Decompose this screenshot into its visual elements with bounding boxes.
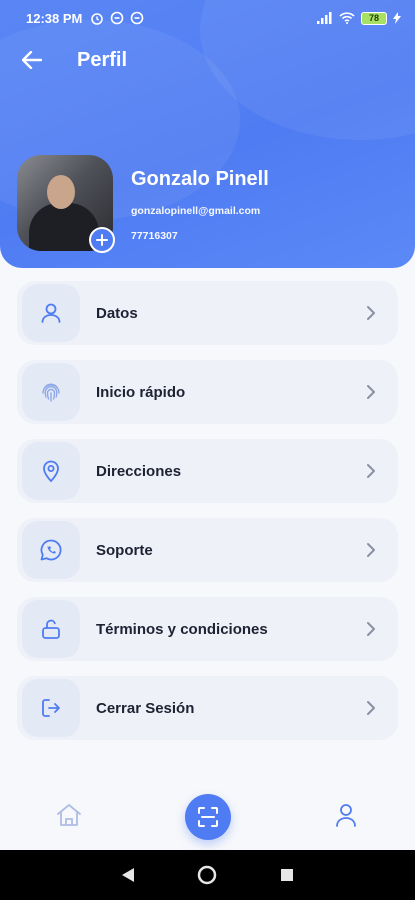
fingerprint-icon [42,383,60,402]
menu-icon-container [22,521,80,579]
menu-label: Direcciones [96,462,182,480]
whatsapp-icon [40,539,62,561]
alarm-icon [91,13,104,25]
menu-item-inicio-rapido[interactable]: Inicio rápido [17,360,398,424]
nav-profile-button[interactable] [335,803,357,832]
status-bar: 12:38 PM 78 [0,0,415,36]
profile-icon [336,804,356,827]
status-time: 12:38 PM [26,10,83,26]
logout-icon [42,699,60,717]
user-info: Gonzalo Pinell gonzalopinell@gmail.com 7… [131,168,269,242]
square-recents-icon [280,869,293,881]
arrow-left-icon [22,51,42,69]
location-pin-icon [43,460,59,483]
menu-item-direcciones[interactable]: Direcciones [17,439,398,503]
user-name: Gonzalo Pinell [131,168,269,190]
circle-home-icon [198,865,217,885]
chevron-right-icon [366,384,376,400]
chevron-right-icon [366,463,376,479]
unlock-icon [42,619,60,639]
system-back-button[interactable] [121,867,135,883]
menu-icon-container [22,284,80,342]
menu-label: Soporte [96,541,153,559]
nav-scan-button[interactable] [185,794,231,840]
menu-label: Cerrar Sesión [96,699,195,717]
battery-indicator: 78 [361,11,387,25]
menu-label: Datos [96,304,138,322]
menu-label: Términos y condiciones [96,620,268,638]
top-bar: Perfil [0,40,415,80]
system-home-button[interactable] [197,865,217,885]
system-navigation-bar [0,850,415,900]
back-button[interactable] [12,40,52,80]
menu-item-cerrar-sesion[interactable]: Cerrar Sesión [17,676,398,740]
nav-home-button[interactable] [55,802,83,833]
notification-icon [111,11,124,25]
chevron-right-icon [366,700,376,716]
chevron-right-icon [366,621,376,637]
user-email: gonzalopinell@gmail.com [131,205,261,217]
profile-header: 12:38 PM 78 Perfil Gonzalo Pinell gonzal… [0,0,415,268]
menu-icon-container [22,679,80,737]
user-phone: 77716307 [131,230,178,242]
bottom-navigation [0,788,415,850]
menu-label: Inicio rápido [96,383,186,401]
menu-icon-container [22,442,80,500]
menu-item-datos[interactable]: Datos [17,281,398,345]
charging-icon [393,12,401,24]
profile-menu: Datos Inicio rápido Direcciones Soporte … [17,281,398,755]
chevron-right-icon [366,305,376,321]
wifi-icon [339,12,355,24]
home-icon [57,804,81,826]
signal-icon [317,12,332,24]
menu-icon-container [22,600,80,658]
page-title: Perfil [77,48,128,71]
chevron-right-icon [366,542,376,558]
avatar-photo-body [29,203,99,251]
add-photo-button[interactable] [89,227,115,253]
avatar-photo-head [47,175,75,209]
system-recents-button[interactable] [280,868,294,882]
menu-icon-container [22,363,80,421]
notification-icon [131,11,144,25]
triangle-back-icon [122,868,135,882]
menu-item-terminos[interactable]: Términos y condiciones [17,597,398,661]
user-icon [41,303,61,323]
menu-item-soporte[interactable]: Soporte [17,518,398,582]
plus-icon [96,234,108,246]
avatar-container [17,155,115,253]
scan-icon [198,807,218,827]
